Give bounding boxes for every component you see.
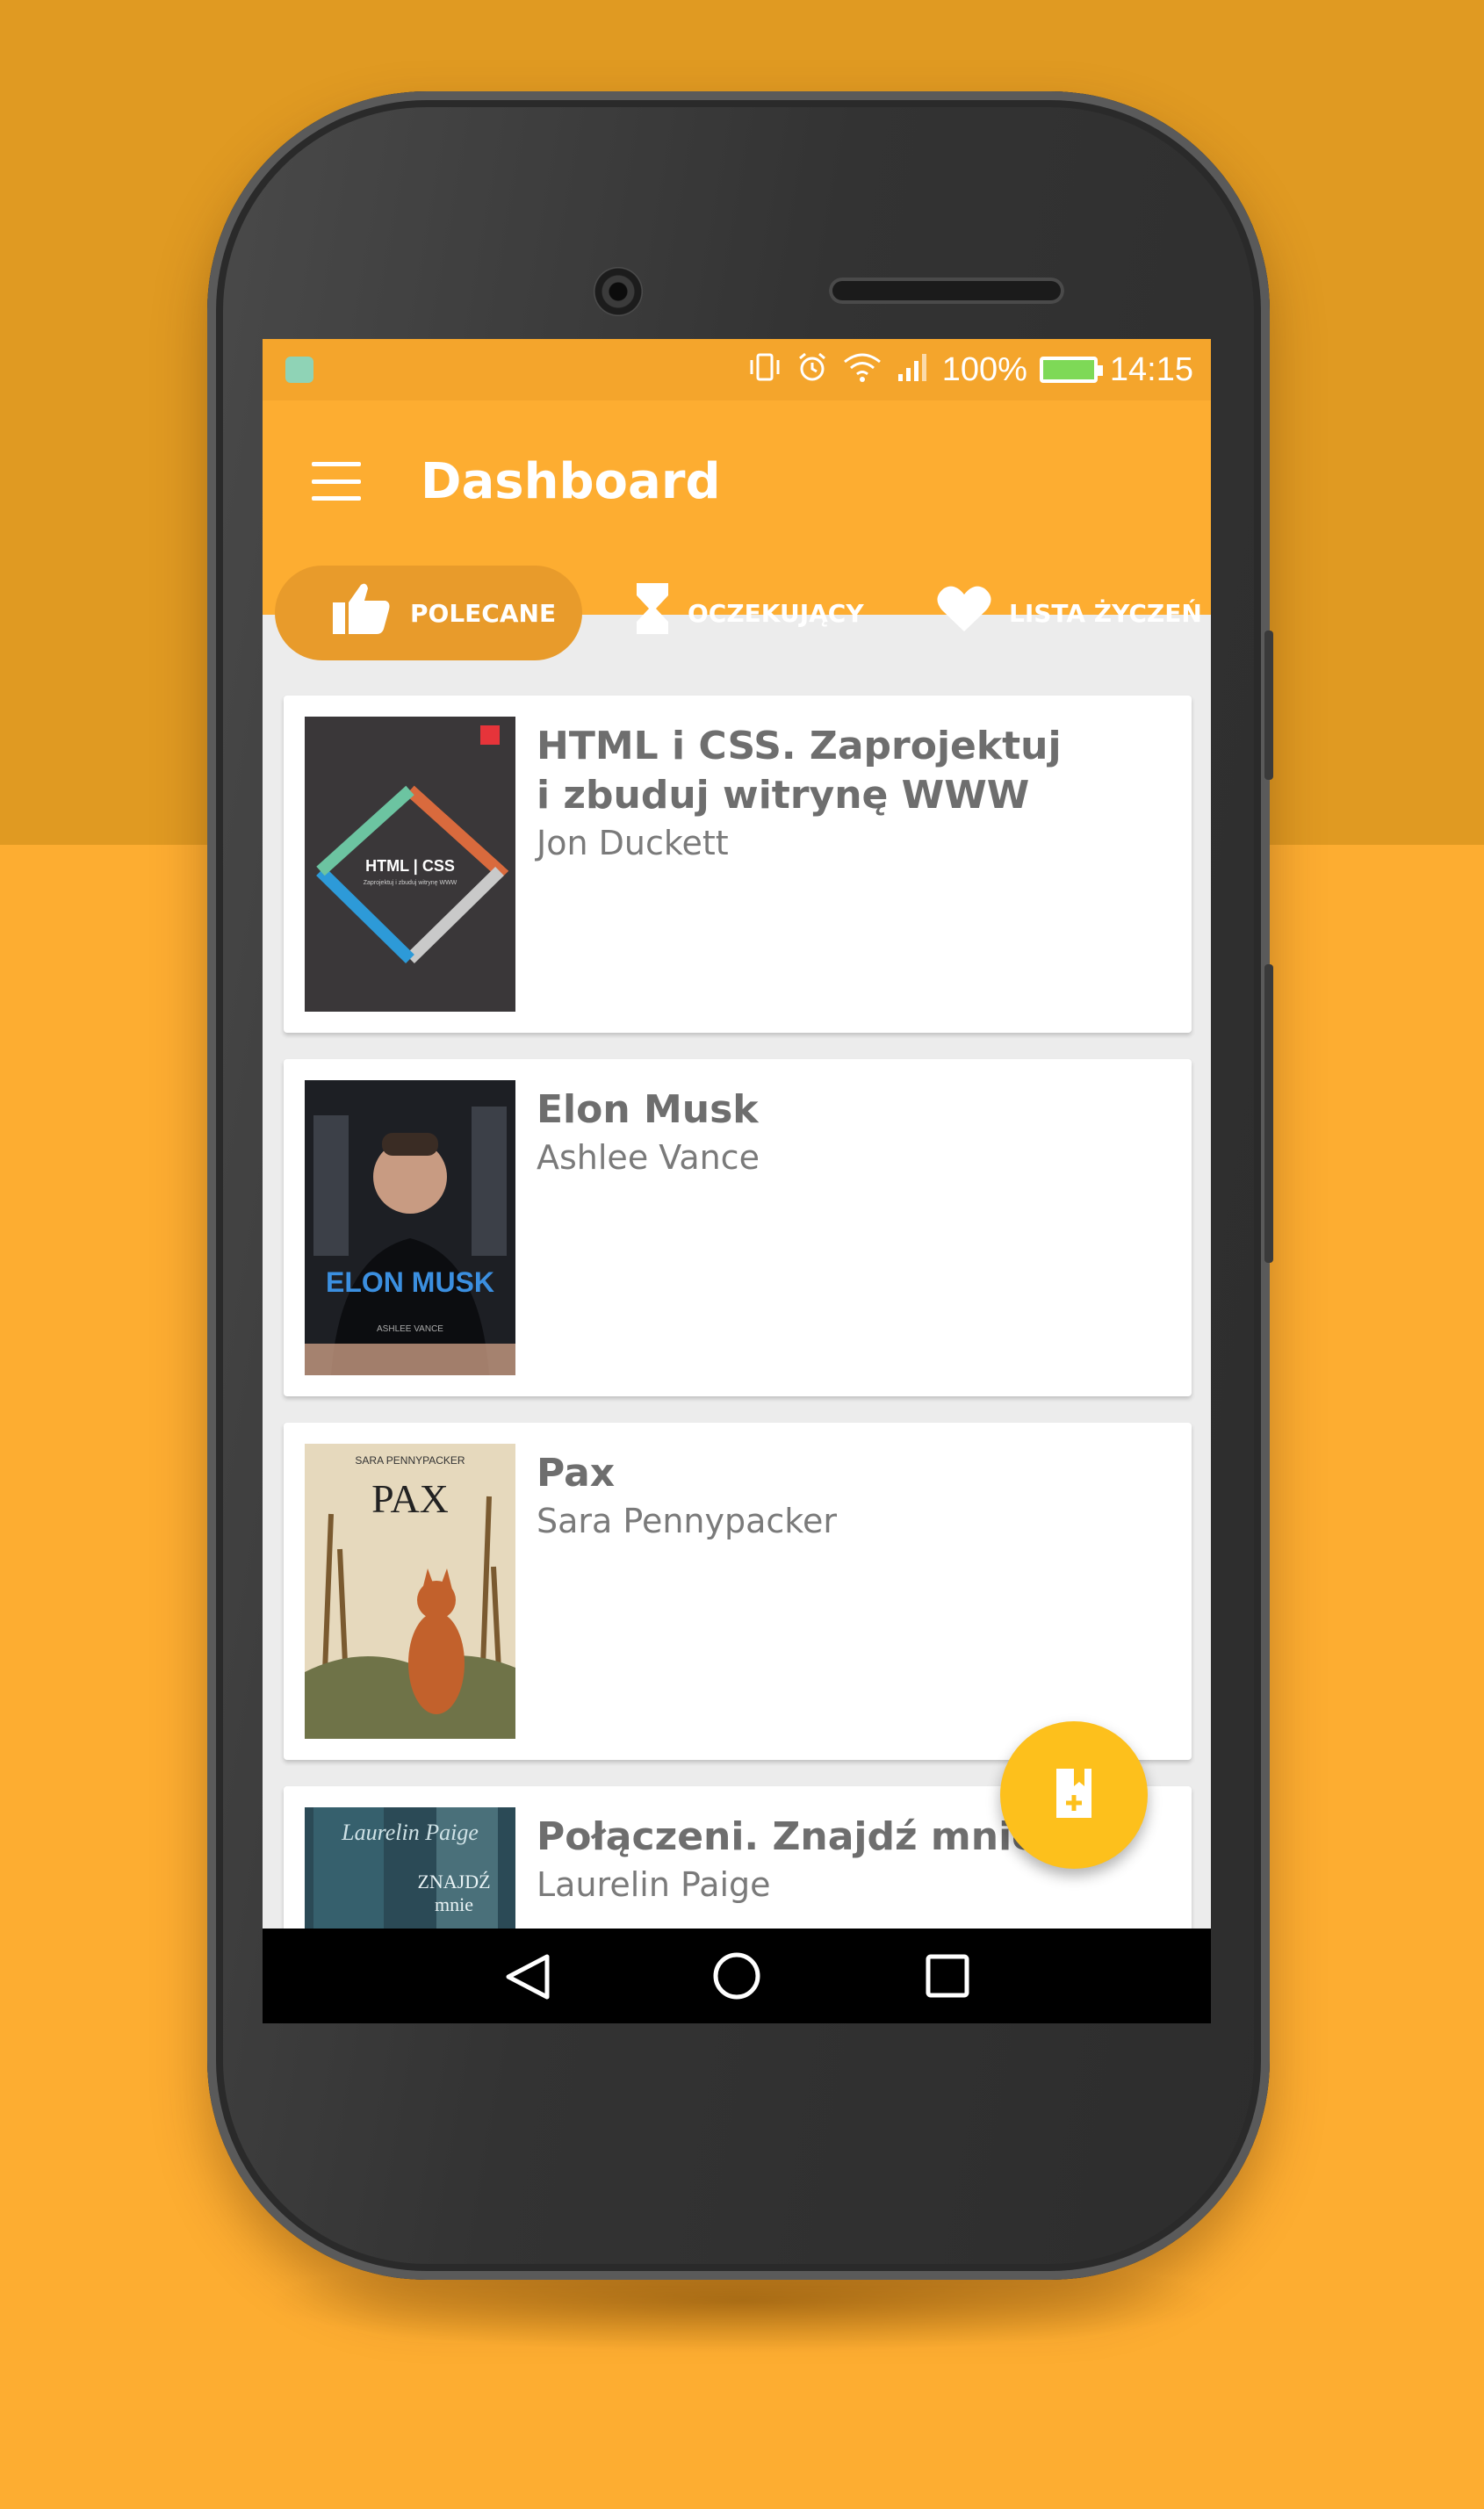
book-title: Połączeni. Znajdź mnie xyxy=(537,1814,1038,1859)
recents-icon[interactable] xyxy=(895,1929,1000,2023)
book-author: Jon Duckett xyxy=(537,824,729,862)
book-card[interactable]: ELON MUSK ASHLEE VANCE Elon Musk Ashlee … xyxy=(284,1059,1192,1396)
book-card[interactable]: HTML | CSS Zaprojektuj i zbuduj witrynę … xyxy=(284,696,1192,1033)
tab-bar: POLECANE OCZEKUJĄCY LISTA ŻYCZEŃ xyxy=(275,566,1206,660)
heart-icon xyxy=(937,584,991,642)
book-card[interactable]: SARA PENNYPACKER PAX Pax Sara Pennypacke… xyxy=(284,1423,1192,1760)
tab-oczekujacy-label: OCZEKUJĄCY xyxy=(688,598,864,628)
book-cover-image: ELON MUSK ASHLEE VANCE xyxy=(305,1080,515,1375)
book-cover-subtitle: Zaprojektuj i zbuduj witrynę WWW xyxy=(363,880,457,886)
book-title: Pax xyxy=(537,1451,616,1496)
earpiece-speaker xyxy=(829,278,1064,304)
add-book-icon xyxy=(1051,1767,1097,1824)
thumbs-up-icon xyxy=(331,581,393,645)
clock: 14:15 xyxy=(1109,350,1193,388)
home-icon[interactable] xyxy=(684,1929,789,2023)
status-icons: 100% 14:15 xyxy=(747,348,1193,392)
battery-percent: 100% xyxy=(941,350,1027,388)
book-author: Laurelin Paige xyxy=(537,1865,771,1904)
tab-lista-zyczen[interactable]: LISTA ŻYCZEŃ xyxy=(928,566,1209,660)
book-cover-title: ZNAJDŹ mnie xyxy=(417,1871,491,1915)
book-title: HTML i CSS. Zaprojektuj i zbuduj witrynę… xyxy=(537,724,1062,818)
book-cover-image: SARA PENNYPACKER PAX xyxy=(305,1444,515,1739)
vibrate-icon xyxy=(747,350,782,390)
book-cover-title: PAX xyxy=(371,1476,449,1521)
book-cover-subtitle: ASHLEE VANCE xyxy=(377,1324,443,1334)
book-author: Sara Pennypacker xyxy=(537,1502,837,1540)
book-cover-title: HTML | CSS xyxy=(365,857,455,875)
book-cover-subtitle: Laurelin Paige xyxy=(342,1820,479,1845)
phone-screen: 100% 14:15 Dashboard POLECANE OCZEKUJĄCY xyxy=(263,339,1211,2023)
book-cover-title: ELON MUSK xyxy=(326,1266,494,1298)
book-cover-image: HTML | CSS Zaprojektuj i zbuduj witrynę … xyxy=(305,717,515,1012)
battery-charging-icon xyxy=(1039,357,1103,383)
status-bar: 100% 14:15 xyxy=(263,339,1211,400)
tab-polecane-label: POLECANE xyxy=(410,598,557,628)
back-icon[interactable] xyxy=(473,1929,579,2023)
wifi-icon xyxy=(842,350,882,390)
book-author: Ashlee Vance xyxy=(537,1138,760,1177)
system-nav-bar xyxy=(263,1929,1211,2023)
tab-polecane[interactable]: POLECANE xyxy=(275,566,582,660)
book-title: Elon Musk xyxy=(537,1087,759,1132)
android-notification-icon xyxy=(285,357,313,383)
power-button xyxy=(1264,631,1273,780)
add-book-button[interactable] xyxy=(1000,1721,1148,1869)
tab-oczekujacy[interactable]: OCZEKUJĄCY xyxy=(626,566,890,660)
tab-lista-zyczen-label: LISTA ŻYCZEŃ xyxy=(1009,598,1202,628)
front-camera xyxy=(594,267,643,316)
signal-icon xyxy=(895,350,930,390)
volume-button xyxy=(1264,964,1273,1263)
book-cover-subtitle: SARA PENNYPACKER xyxy=(355,1454,465,1467)
alarm-icon xyxy=(795,350,830,390)
page-title: Dashboard xyxy=(421,453,721,510)
hourglass-icon xyxy=(635,581,670,645)
hamburger-menu-icon[interactable] xyxy=(312,462,361,501)
